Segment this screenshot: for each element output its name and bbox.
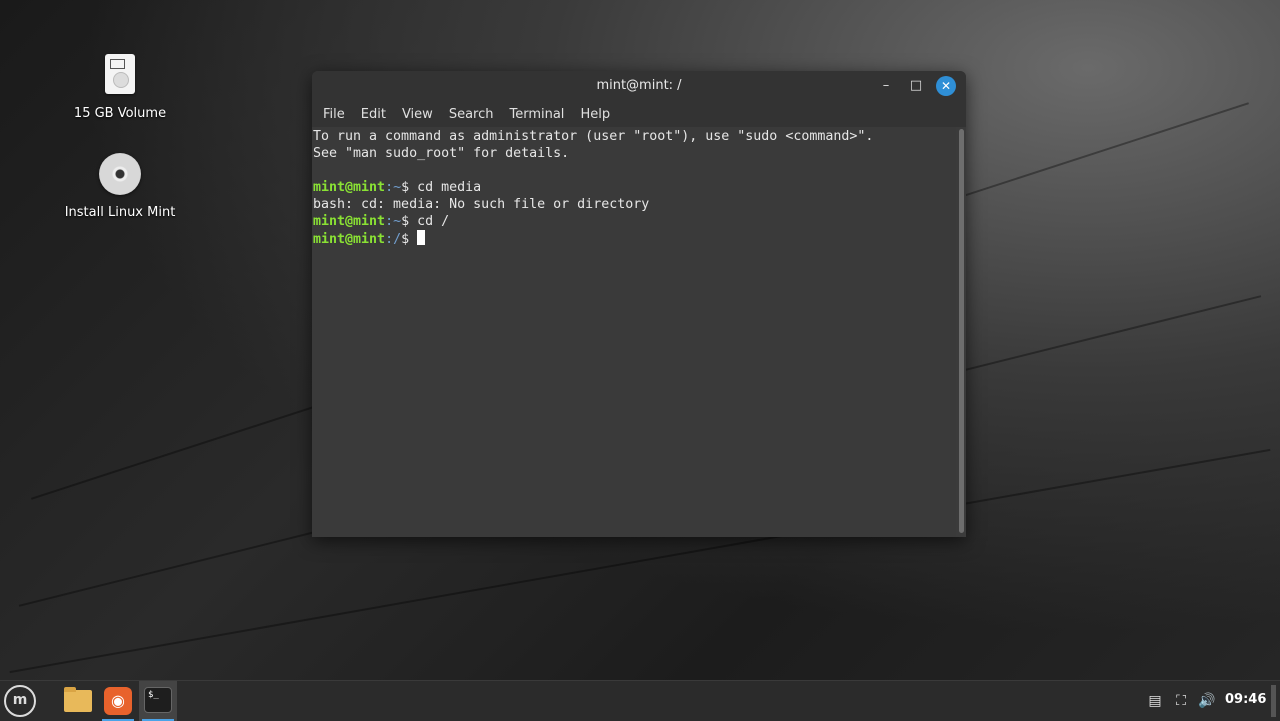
volume-icon[interactable]: 🔊 bbox=[1198, 692, 1216, 710]
title-bar[interactable]: mint@mint: / – □ ✕ bbox=[312, 71, 966, 101]
close-button[interactable]: ✕ bbox=[936, 76, 956, 96]
menu-terminal[interactable]: Terminal bbox=[501, 107, 572, 122]
window-title: mint@mint: / bbox=[596, 78, 682, 93]
desktop-icon-install-mint[interactable]: Install Linux Mint bbox=[60, 150, 180, 220]
scrollbar[interactable] bbox=[959, 129, 964, 533]
taskbar: m ◉ $_ ▤ ⛶ 🔊 09:46 bbox=[0, 680, 1280, 721]
prompt-path: :/ bbox=[385, 232, 402, 247]
output-line: See "man sudo_root" for details. bbox=[313, 146, 570, 161]
prompt-user: mint@mint bbox=[313, 232, 386, 247]
prompt-command: $ cd / bbox=[401, 214, 450, 229]
desktop-icon-volume[interactable]: 15 GB Volume bbox=[60, 50, 180, 121]
terminal-output[interactable]: To run a command as administrator (user … bbox=[312, 127, 956, 537]
prompt-command: $ bbox=[401, 232, 418, 247]
folder-icon bbox=[64, 687, 92, 712]
drive-icon bbox=[96, 54, 144, 102]
prompt-path: :~ bbox=[385, 214, 402, 229]
output-line: To run a command as administrator (user … bbox=[313, 129, 874, 144]
prompt-command: $ cd media bbox=[401, 180, 482, 195]
menu-edit[interactable]: Edit bbox=[353, 107, 394, 122]
menu-bar: File Edit View Search Terminal Help bbox=[312, 101, 966, 127]
firefox-icon: ◉ bbox=[104, 687, 132, 715]
terminal-window[interactable]: mint@mint: / – □ ✕ File Edit View Search… bbox=[312, 71, 966, 537]
prompt-user: mint@mint bbox=[313, 214, 386, 229]
clock[interactable]: 09:46 bbox=[1225, 692, 1266, 707]
prompt-user: mint@mint bbox=[313, 180, 386, 195]
text-cursor bbox=[417, 230, 426, 245]
network-icon[interactable]: ⛶ bbox=[1172, 692, 1190, 710]
desktop-icon-label: 15 GB Volume bbox=[73, 106, 167, 121]
minimize-button[interactable]: – bbox=[876, 76, 896, 96]
notes-icon[interactable]: ▤ bbox=[1146, 692, 1164, 710]
prompt-path: :~ bbox=[385, 180, 402, 195]
firefox-launcher[interactable]: ◉ bbox=[99, 681, 137, 721]
files-launcher[interactable] bbox=[59, 681, 97, 721]
prompt-line-current: mint@mint:/$ bbox=[313, 230, 955, 248]
mint-menu-button[interactable]: m bbox=[4, 685, 36, 717]
cd-icon bbox=[96, 153, 144, 201]
show-desktop-button[interactable] bbox=[1271, 685, 1276, 717]
terminal-icon: $_ bbox=[144, 687, 172, 713]
terminal-launcher[interactable]: $_ bbox=[139, 681, 177, 721]
maximize-button[interactable]: □ bbox=[906, 76, 926, 96]
menu-search[interactable]: Search bbox=[441, 107, 502, 122]
menu-help[interactable]: Help bbox=[572, 107, 618, 122]
prompt-line: mint@mint:~$ cd media bbox=[313, 179, 955, 196]
menu-view[interactable]: View bbox=[394, 107, 441, 122]
output-line: bash: cd: media: No such file or directo… bbox=[313, 197, 650, 212]
prompt-line: mint@mint:~$ cd / bbox=[313, 213, 955, 230]
menu-file[interactable]: File bbox=[315, 107, 353, 122]
blank-line: ​ bbox=[313, 162, 955, 179]
desktop-icon-label: Install Linux Mint bbox=[64, 205, 176, 220]
